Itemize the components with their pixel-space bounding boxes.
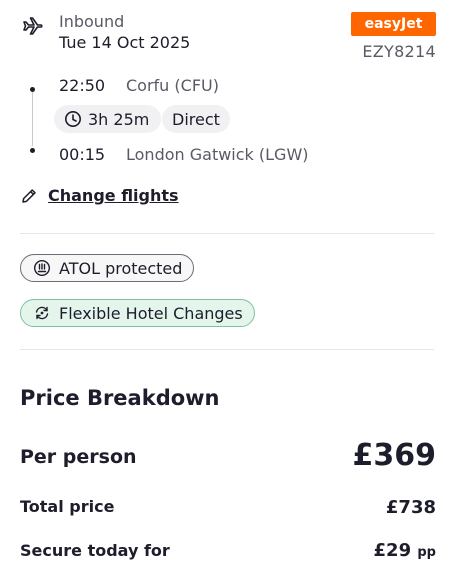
flexible-hotel-label: Flexible Hotel Changes xyxy=(59,303,243,323)
divider xyxy=(20,349,434,350)
secure-today-amount: £29 pp xyxy=(374,540,436,561)
clock-icon xyxy=(64,110,82,128)
stops-text: Direct xyxy=(172,109,220,129)
divider xyxy=(20,233,434,234)
plane-icon xyxy=(20,13,44,37)
departure-time: 22:50 xyxy=(59,76,106,95)
pencil-icon xyxy=(20,187,38,205)
per-person-suffix: pp xyxy=(417,545,436,560)
refresh-icon xyxy=(33,304,51,322)
flexible-hotel-badge: Flexible Hotel Changes xyxy=(20,299,255,327)
secure-today-label: Secure today for xyxy=(20,541,170,560)
duration-pill: 3h 25m xyxy=(54,105,162,133)
flight-number: EZY8214 xyxy=(362,42,436,61)
per-person-price: £369 xyxy=(352,438,437,473)
per-person-label: Per person xyxy=(20,446,137,468)
price-breakdown-title: Price Breakdown xyxy=(20,386,220,410)
duration-text: 3h 25m xyxy=(88,109,150,129)
departure-airport: Corfu (CFU) xyxy=(126,76,219,95)
stops-pill: Direct xyxy=(162,105,230,133)
total-price-label: Total price xyxy=(20,497,115,516)
airline-logo: easyJet xyxy=(351,12,436,36)
timeline-line xyxy=(32,92,33,146)
change-flights-label: Change flights xyxy=(48,186,179,205)
total-price-value: £738 xyxy=(385,497,436,518)
atol-badge: ATOL protected xyxy=(20,254,195,282)
arrival-time: 00:15 xyxy=(59,145,106,164)
atol-label: ATOL protected xyxy=(59,258,183,278)
change-flights-link[interactable]: Change flights xyxy=(20,186,179,205)
arrival-dot xyxy=(30,148,35,153)
flight-date: Tue 14 Oct 2025 xyxy=(59,33,191,52)
atol-icon xyxy=(33,259,51,277)
secure-today-value: £29 xyxy=(373,540,412,561)
arrival-airport: London Gatwick (LGW) xyxy=(126,145,309,164)
flight-direction: Inbound xyxy=(59,12,125,31)
